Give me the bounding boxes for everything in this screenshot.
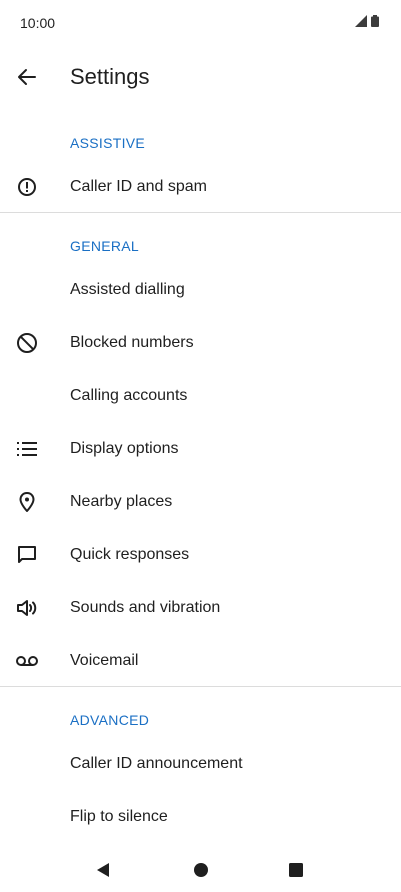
settings-item-display-options[interactable]: Display options [0,422,401,475]
settings-item-nearby-places[interactable]: Nearby places [0,475,401,528]
settings-item-label: Sounds and vibration [70,598,221,616]
nav-home-button[interactable] [189,858,213,882]
section-header-general: GENERAL [70,238,140,254]
section-header-advanced: ADVANCED [70,712,150,728]
divider [0,212,401,213]
section-header-assistive: ASSISTIVE [70,135,146,151]
recents-square-icon [288,862,304,878]
home-circle-icon [193,862,209,878]
settings-item-sounds-and-vibration[interactable]: Sounds and vibration [0,581,401,634]
settings-item-label: Caller ID and spam [70,177,207,195]
app-bar: Settings [0,50,401,106]
status-icons [355,15,379,27]
settings-item-label: Assisted dialling [70,280,185,298]
arrow-back-icon [17,67,37,87]
status-bar: 10:00 [0,0,401,46]
settings-item-label: Calling accounts [70,386,188,404]
status-time: 10:00 [20,15,56,31]
volume-icon [15,596,39,620]
alert-circle-icon [15,175,39,199]
settings-item-label: Quick responses [70,545,190,563]
settings-item-label: Blocked numbers [70,333,194,351]
voicemail-icon [15,649,39,673]
nav-back-button[interactable] [91,858,115,882]
nav-recents-button[interactable] [284,858,308,882]
battery-icon [371,15,379,27]
settings-item-caller-id-announcement[interactable]: Caller ID announcement [0,737,401,790]
settings-item-label: Display options [70,439,179,457]
list-icon [15,437,39,461]
settings-item-flip-to-silence[interactable]: Flip to silence [0,790,401,843]
location-pin-icon [15,490,39,514]
back-triangle-icon [95,862,111,878]
settings-item-label: Flip to silence [70,807,168,825]
system-navigation-bar [0,846,401,892]
cell-signal-icon [355,15,367,27]
settings-item-assisted-dialling[interactable]: Assisted dialling [0,263,401,316]
page-title: Settings [70,64,150,89]
divider [0,686,401,687]
settings-item-blocked-numbers[interactable]: Blocked numbers [0,316,401,369]
settings-item-calling-accounts[interactable]: Calling accounts [0,369,401,422]
message-icon [15,543,39,567]
settings-item-caller-id-and-spam[interactable]: Caller ID and spam [0,160,401,213]
settings-item-label: Nearby places [70,492,173,510]
back-button[interactable] [12,62,42,92]
settings-item-quick-responses[interactable]: Quick responses [0,528,401,581]
settings-item-label: Voicemail [70,651,139,669]
settings-item-label: Caller ID announcement [70,754,243,772]
block-icon [15,331,39,355]
settings-item-voicemail[interactable]: Voicemail [0,634,401,687]
